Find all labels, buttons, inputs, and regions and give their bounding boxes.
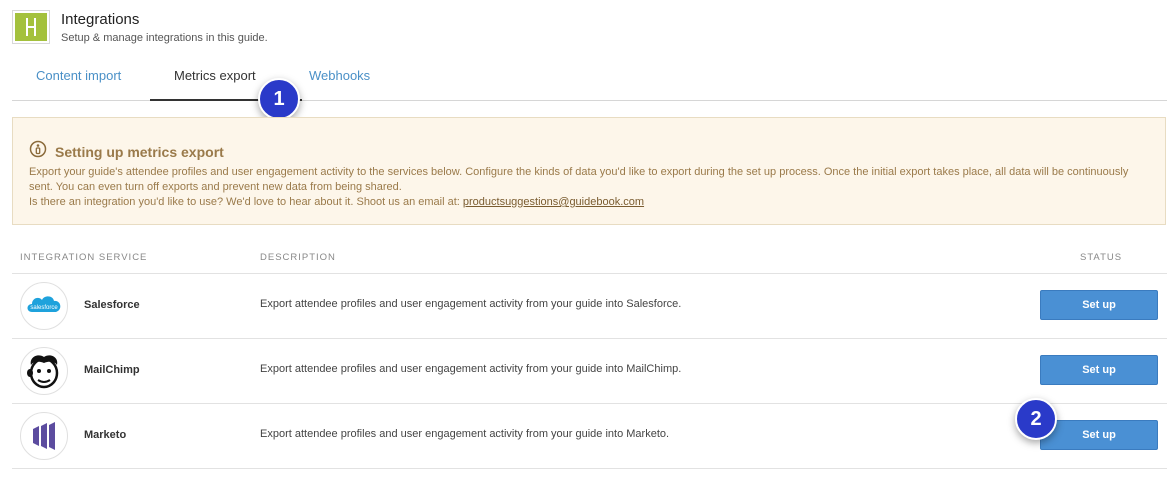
service-name: Salesforce	[84, 299, 140, 311]
marketo-setup-button[interactable]: Set up	[1040, 420, 1158, 450]
page-header: Integrations Setup & manage integrations…	[12, 10, 268, 45]
tab-bar: Content import Metrics export Webhooks	[12, 60, 1167, 101]
notice-text: Export your guide's attendee profiles an…	[29, 166, 1129, 193]
table-row-salesforce: salesforce Salesforce Export attendee pr…	[12, 274, 1167, 339]
tab-webhooks[interactable]: Webhooks	[309, 68, 370, 83]
service-description: Export attendee profiles and user engage…	[260, 363, 682, 375]
notice-body: Export your guide's attendee profiles an…	[29, 165, 1149, 210]
salesforce-logo: salesforce	[20, 282, 68, 330]
info-icon	[29, 140, 47, 163]
service-name: Marketo	[84, 429, 127, 441]
guide-app-icon	[12, 10, 50, 44]
email-link[interactable]: productsuggestions@guidebook.com	[463, 196, 644, 208]
marketo-logo	[20, 412, 68, 460]
column-header-service: Integration Service	[20, 252, 148, 263]
service-description: Export attendee profiles and user engage…	[260, 428, 670, 440]
column-header-status: Status	[1080, 252, 1123, 263]
step-badge-2: 2	[1015, 398, 1057, 440]
page-subtitle: Setup & manage integrations in this guid…	[61, 32, 268, 44]
notice-contact-text: Is there an integration you'd like to us…	[29, 196, 463, 208]
salesforce-logo-text: salesforce	[30, 305, 58, 311]
service-description: Export attendee profiles and user engage…	[260, 298, 682, 310]
salesforce-setup-button[interactable]: Set up	[1040, 290, 1158, 320]
tab-metrics-export[interactable]: Metrics export	[174, 68, 256, 83]
notice-contact-line: Is there an integration you'd like to us…	[29, 195, 1149, 210]
column-header-description: Description	[260, 252, 336, 263]
notice-title: Setting up metrics export	[55, 143, 224, 160]
table-row-marketo: Marketo Export attendee profiles and use…	[12, 404, 1167, 469]
service-name: MailChimp	[84, 364, 140, 376]
info-notice: Setting up metrics export Export your gu…	[12, 117, 1166, 225]
table-header: Integration Service Description Status	[12, 242, 1167, 274]
mailchimp-setup-button[interactable]: Set up	[1040, 355, 1158, 385]
tab-content-import[interactable]: Content import	[36, 68, 121, 83]
table-row-mailchimp: MailChimp Export attendee profiles and u…	[12, 339, 1167, 404]
step-badge-1: 1	[258, 78, 300, 120]
page-title: Integrations	[61, 11, 140, 28]
mailchimp-logo	[20, 347, 68, 395]
